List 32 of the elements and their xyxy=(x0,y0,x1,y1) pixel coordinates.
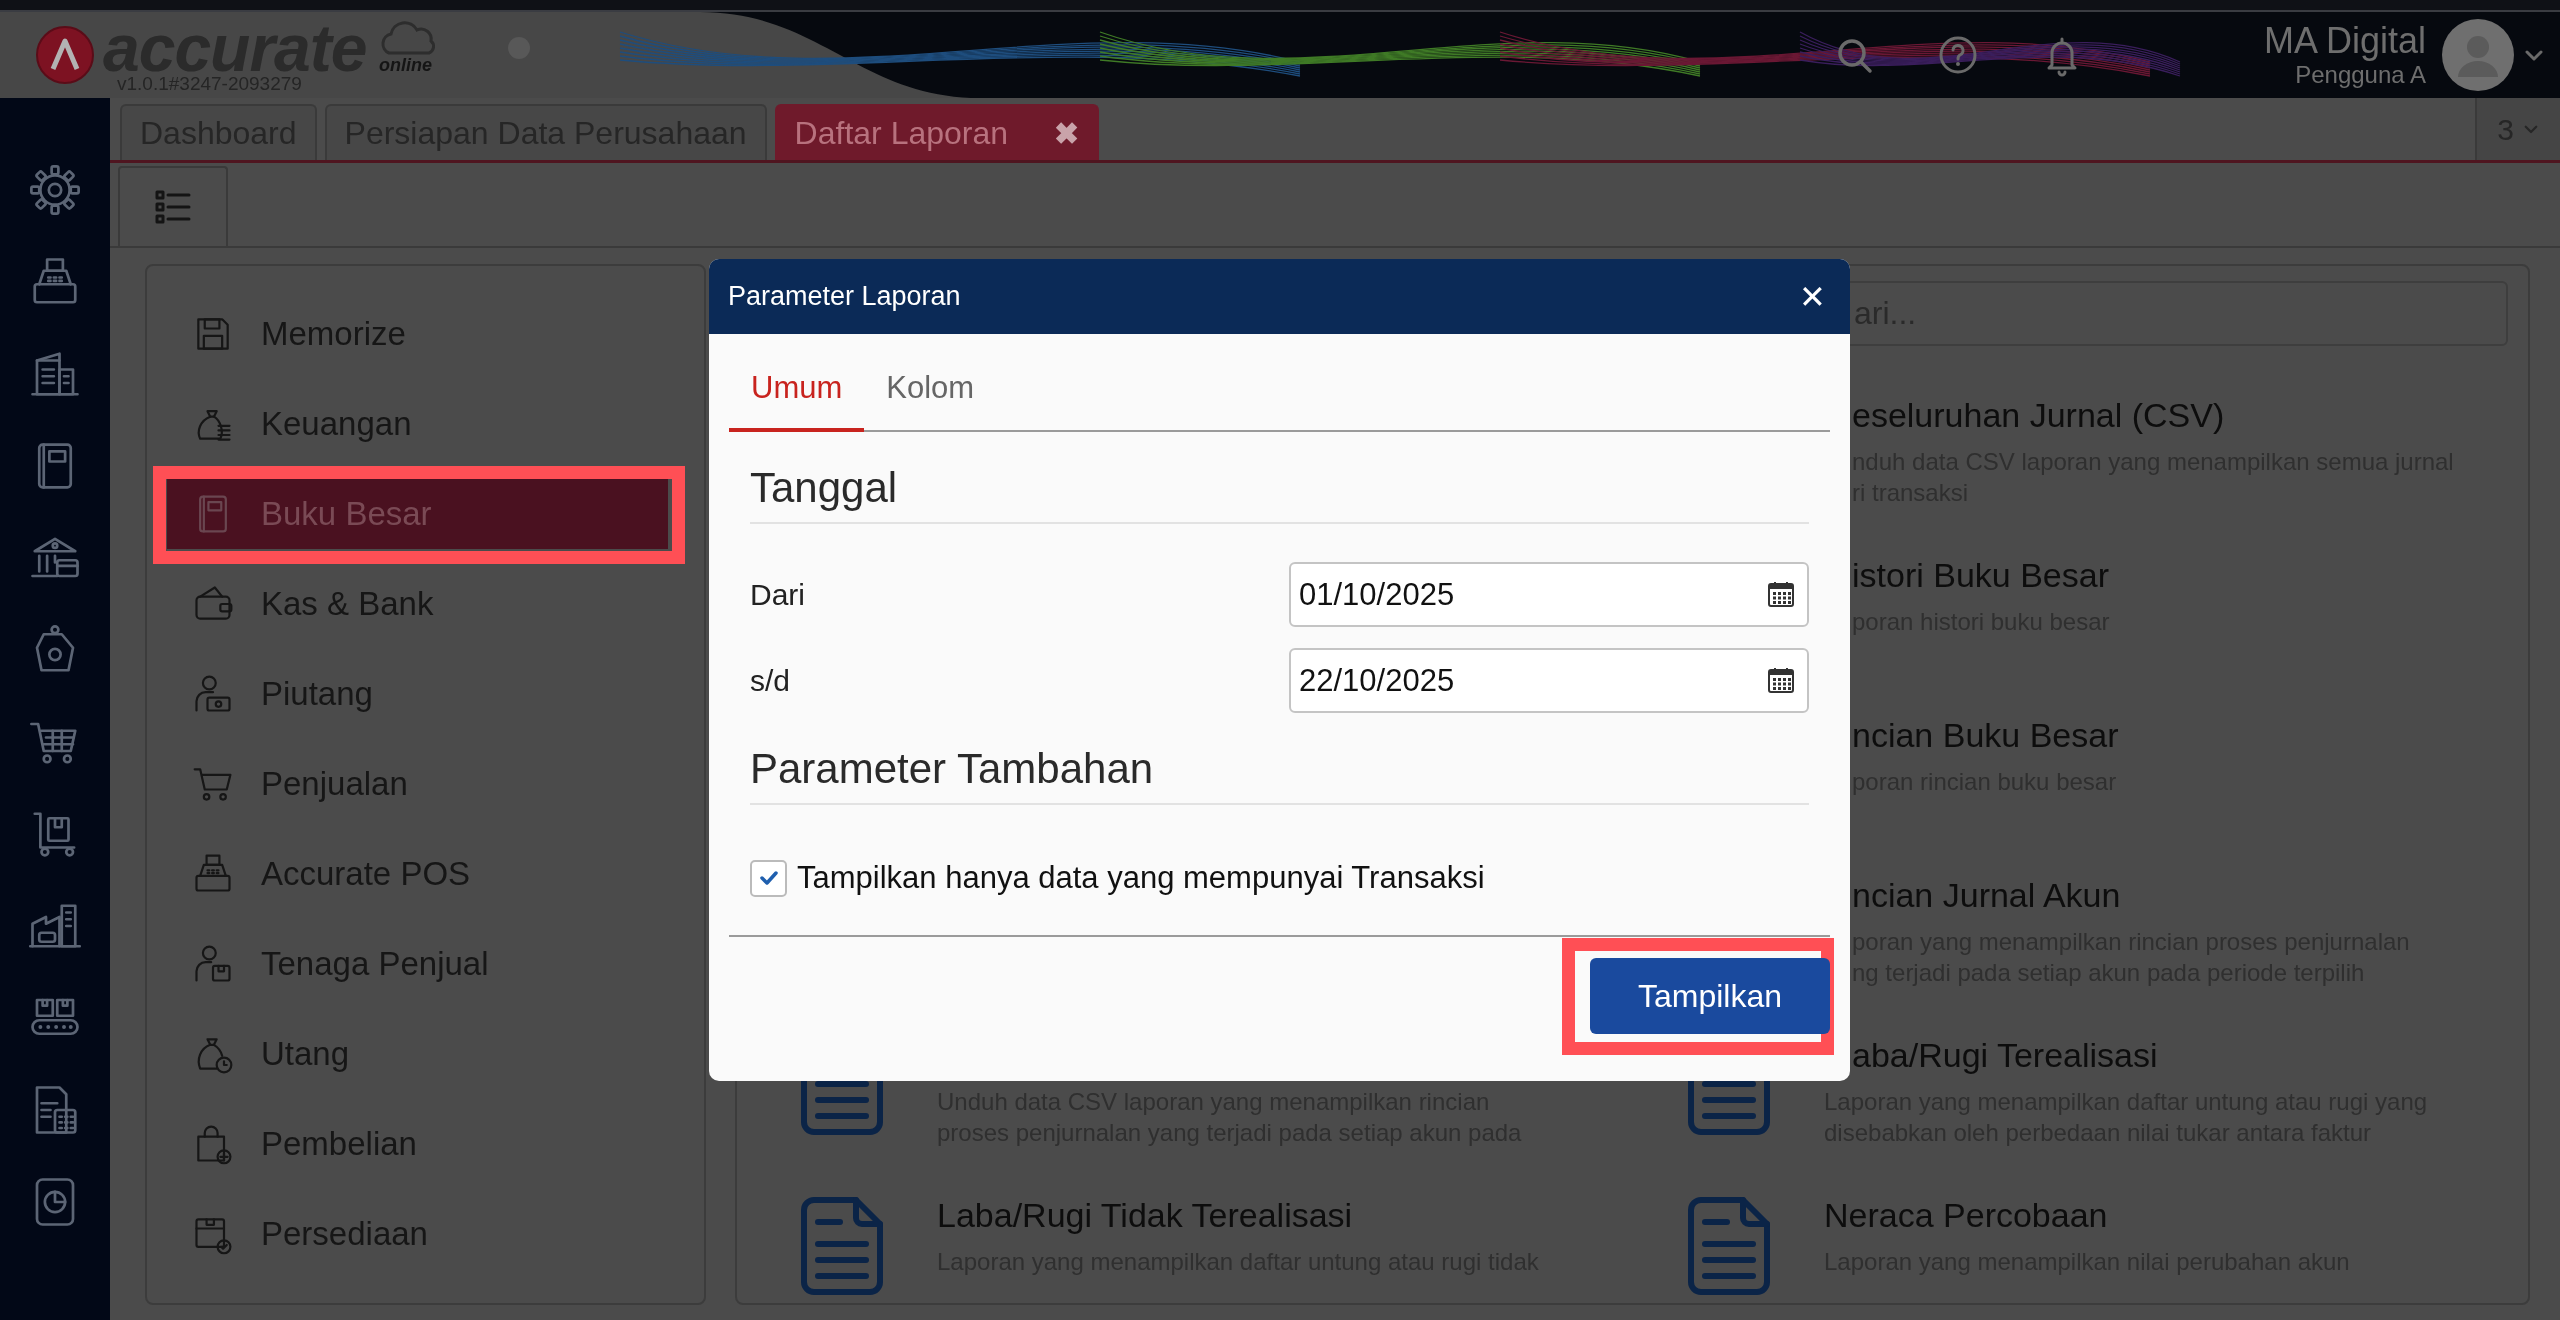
section-heading: Tanggal xyxy=(750,458,1809,524)
dialog-title: Parameter Laporan xyxy=(728,280,961,314)
list-view-button[interactable] xyxy=(118,166,228,246)
avatar-icon[interactable] xyxy=(2442,19,2514,91)
report-title[interactable]: Laba/Rugi Tidak Terealisasi xyxy=(937,1190,1539,1240)
checkbox-label: Tampilkan hanya data yang mempunyai Transaksi xyxy=(797,859,1485,897)
user-role: Pengguna A xyxy=(2295,61,2426,89)
settings-icon[interactable] xyxy=(28,163,82,217)
report-title[interactable]: istori Buku Besar xyxy=(1852,550,2110,600)
date-field[interactable]: 01/10/2025 xyxy=(1289,562,1809,627)
report-title[interactable]: eseluruhan Jurnal (CSV) xyxy=(1852,390,2454,440)
report-title[interactable]: ncian Buku Besar xyxy=(1852,710,2119,760)
document-icon xyxy=(800,1196,884,1296)
show-button[interactable]: Tampilkan xyxy=(1590,957,1830,1034)
close-button[interactable]: ✕ xyxy=(1789,276,1836,317)
tab[interactable]: Kolom xyxy=(864,348,997,432)
company-name: MA Digital xyxy=(2263,21,2426,61)
field-label: Dari xyxy=(750,577,805,613)
calendar-icon[interactable] xyxy=(1767,580,1795,608)
close-tab-button[interactable]: ✖ xyxy=(1054,110,1080,156)
field-label: s/d xyxy=(750,663,791,699)
report-title[interactable]: Neraca Percobaan xyxy=(1824,1190,2350,1240)
document-icon xyxy=(1687,1196,1771,1296)
section-heading: Parameter Tambahan xyxy=(750,739,1809,805)
category-item[interactable]: Buku Besar xyxy=(261,489,432,539)
logo-icon xyxy=(35,25,95,85)
tab[interactable]: Daftar Laporan ✖ xyxy=(774,104,1100,160)
calendar-icon[interactable] xyxy=(1767,666,1795,694)
tab[interactable]: Umum xyxy=(729,348,865,432)
checkbox[interactable] xyxy=(750,859,787,897)
report-title[interactable]: ncian Jurnal Akun xyxy=(1852,870,2410,920)
date-field[interactable]: 22/10/2025 xyxy=(1289,648,1809,713)
